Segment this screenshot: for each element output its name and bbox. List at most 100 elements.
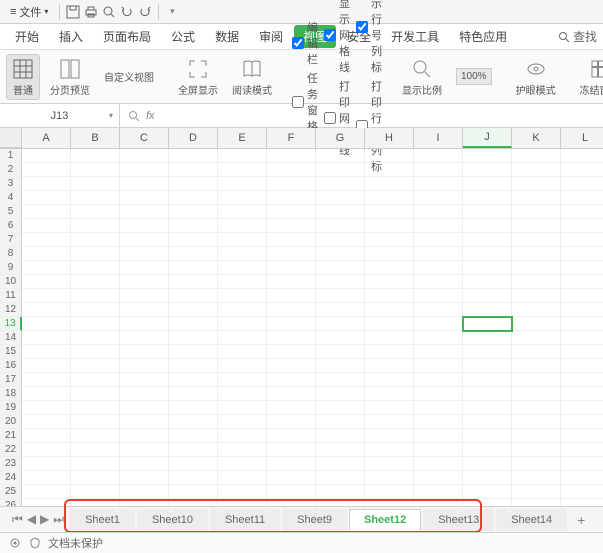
cell[interactable] (120, 275, 169, 289)
cell[interactable] (218, 471, 267, 485)
cell[interactable] (316, 191, 365, 205)
cell[interactable] (218, 149, 267, 163)
row-header[interactable]: 14 (0, 331, 22, 345)
cell[interactable] (463, 443, 512, 457)
cell[interactable] (512, 331, 561, 345)
row-header[interactable]: 2 (0, 163, 22, 177)
cell[interactable] (22, 359, 71, 373)
cell[interactable] (561, 429, 603, 443)
cell[interactable] (267, 331, 316, 345)
cell[interactable] (71, 303, 120, 317)
cell[interactable] (120, 233, 169, 247)
cell[interactable] (316, 247, 365, 261)
eyecare-button[interactable]: 护眼模式 (512, 55, 560, 99)
file-menu-button[interactable]: ≡ 文件 ▾ (4, 2, 54, 22)
freeze-button[interactable]: 冻结窗格 (576, 55, 603, 99)
cell[interactable] (463, 401, 512, 415)
cell[interactable] (169, 429, 218, 443)
cell[interactable] (463, 149, 512, 163)
cell[interactable] (218, 485, 267, 499)
cell[interactable] (316, 163, 365, 177)
cell[interactable] (218, 429, 267, 443)
cell[interactable] (316, 359, 365, 373)
cell[interactable] (365, 233, 414, 247)
cell[interactable] (71, 289, 120, 303)
cell[interactable] (218, 261, 267, 275)
col-header-A[interactable]: A (22, 128, 71, 148)
cell[interactable] (169, 219, 218, 233)
cell[interactable] (414, 303, 463, 317)
cell[interactable] (316, 303, 365, 317)
row-header[interactable]: 15 (0, 345, 22, 359)
cell[interactable] (267, 443, 316, 457)
cell[interactable] (414, 261, 463, 275)
cell[interactable] (169, 485, 218, 499)
cell[interactable] (71, 401, 120, 415)
cell[interactable] (169, 275, 218, 289)
cell[interactable] (414, 289, 463, 303)
row-header[interactable]: 8 (0, 247, 22, 261)
cell[interactable] (218, 373, 267, 387)
cell[interactable] (414, 387, 463, 401)
view-readmode-button[interactable]: 阅读模式 (228, 55, 276, 99)
cell[interactable] (169, 387, 218, 401)
cell[interactable] (414, 331, 463, 345)
cell[interactable] (365, 415, 414, 429)
col-header-J[interactable]: J (463, 128, 512, 148)
col-header-L[interactable]: L (561, 128, 603, 148)
sheet-tab[interactable]: Sheet11 (210, 509, 280, 531)
cell[interactable] (71, 205, 120, 219)
save-icon[interactable] (65, 4, 81, 20)
cell[interactable] (169, 205, 218, 219)
cell[interactable] (316, 205, 365, 219)
row-header[interactable]: 5 (0, 205, 22, 219)
undo-icon[interactable] (119, 4, 135, 20)
cell[interactable] (218, 457, 267, 471)
cell[interactable] (22, 275, 71, 289)
cell[interactable] (218, 303, 267, 317)
cell[interactable] (512, 485, 561, 499)
cell[interactable] (22, 177, 71, 191)
cell[interactable] (512, 415, 561, 429)
cell[interactable] (71, 373, 120, 387)
col-header-B[interactable]: B (71, 128, 120, 148)
cell[interactable] (120, 387, 169, 401)
row-header[interactable]: 11 (0, 289, 22, 303)
chk-headings-view[interactable]: 显示行号列标 (356, 0, 382, 75)
cell[interactable] (463, 205, 512, 219)
cell[interactable] (120, 317, 169, 331)
cell[interactable] (22, 219, 71, 233)
cell[interactable] (267, 317, 316, 331)
cell[interactable] (316, 261, 365, 275)
cell[interactable] (169, 163, 218, 177)
cell[interactable] (512, 149, 561, 163)
cell[interactable] (169, 415, 218, 429)
cell[interactable] (512, 457, 561, 471)
cell[interactable] (463, 471, 512, 485)
cell[interactable] (218, 401, 267, 415)
cell[interactable] (71, 345, 120, 359)
cell[interactable] (561, 219, 603, 233)
cell[interactable] (414, 471, 463, 485)
cell[interactable] (365, 191, 414, 205)
cell[interactable] (71, 247, 120, 261)
cell[interactable] (267, 205, 316, 219)
cell[interactable] (561, 163, 603, 177)
fx-label[interactable]: fx (146, 110, 155, 122)
col-header-D[interactable]: D (169, 128, 218, 148)
cell[interactable] (71, 233, 120, 247)
cell[interactable] (365, 261, 414, 275)
cell[interactable] (169, 401, 218, 415)
add-sheet-button[interactable]: + (569, 510, 593, 530)
cell[interactable] (218, 275, 267, 289)
cell[interactable] (267, 177, 316, 191)
cell[interactable] (120, 261, 169, 275)
sheet-tab[interactable]: Sheet13 (423, 509, 494, 531)
cell[interactable] (267, 219, 316, 233)
cell[interactable] (169, 317, 218, 331)
cell[interactable] (512, 233, 561, 247)
cell[interactable] (512, 443, 561, 457)
cell[interactable] (512, 345, 561, 359)
cell[interactable] (414, 345, 463, 359)
cell[interactable] (22, 457, 71, 471)
